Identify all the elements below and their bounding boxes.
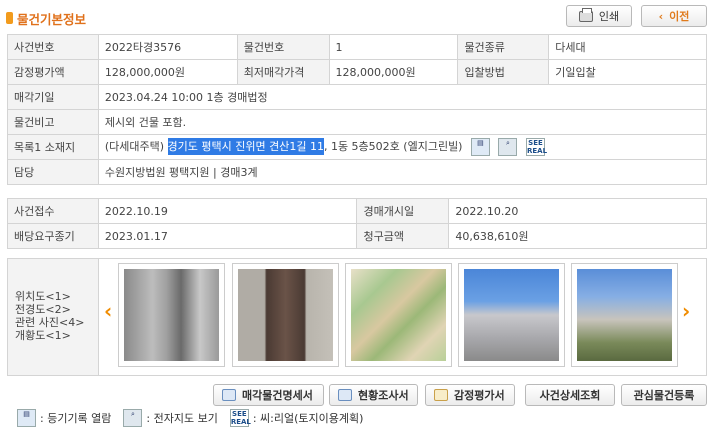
sale-statement-label: 매각물건명세서 — [242, 389, 313, 402]
photo-thumbnail[interactable] — [118, 263, 225, 367]
table-row: 물건비고 제시외 건물 포함. — [7, 109, 708, 135]
photo-label-location[interactable]: 위치도<1> — [15, 290, 98, 303]
appraisal-value: 128,000,000원 — [97, 59, 238, 85]
case-no-value: 2022타경3576 — [97, 34, 238, 60]
map-icon[interactable]: ⌕ — [498, 138, 518, 156]
bullet-icon — [6, 12, 13, 24]
icon-legend: ▤ : 등기기록 열람 ⌕ : 전자지도 보기 SEE REAL : 씨:리얼(… — [17, 408, 363, 428]
photo-thumbnail[interactable] — [571, 263, 678, 367]
case-detail-label: 사건상세조회 — [539, 389, 601, 402]
sale-date-value: 2023.04.24 10:00 1층 경매법정 — [97, 84, 708, 110]
watch-item-button[interactable]: 관심물건등록 — [621, 384, 707, 406]
document-icon — [338, 389, 352, 401]
back-label: 이전 — [669, 10, 690, 23]
court-value: 수원지방법원 평택지원 | 경매3계 — [97, 159, 708, 185]
section-title: 물건기본정보 — [6, 8, 86, 28]
page-title: 물건기본정보 — [17, 11, 87, 27]
case-no-label: 사건번호 — [7, 34, 99, 60]
item-no-label: 물건번호 — [236, 34, 330, 60]
table-row: 매각기일 2023.04.24 10:00 1층 경매법정 — [7, 84, 708, 110]
survey-label: 현황조사서 — [358, 389, 409, 402]
min-price-label: 최저매각가격 — [236, 59, 330, 85]
bid-method-label: 입찰방법 — [457, 59, 550, 85]
remark-value: 제시외 건물 포함. — [97, 109, 708, 135]
registry-icon: ▤ — [17, 409, 36, 427]
court-label: 담당 — [7, 159, 99, 185]
bid-method-value: 기일입찰 — [548, 59, 707, 85]
pencil-icon — [434, 389, 448, 401]
table-row: 사건접수 2022.10.19 경매개시일 2022.10.20 — [7, 198, 707, 224]
see-real-icon[interactable]: SEE REAL — [525, 138, 547, 156]
print-label: 인쇄 — [598, 10, 620, 23]
table-row: 목록1 소재지 (다세대주택) 경기도 평택시 진위면 견산1길 11, 1동 … — [7, 134, 708, 160]
photo-label-related[interactable]: 관련 사진<4> — [15, 316, 98, 329]
receipt-label: 사건접수 — [7, 198, 99, 224]
location-suffix: , 1동 5층502호 (엘지그린빌) — [323, 140, 463, 153]
watch-item-label: 관심물건등록 — [633, 389, 695, 402]
item-type-value: 다세대 — [548, 34, 707, 60]
table-row: 감정평가액 128,000,000원 최저매각가격 128,000,000원 입… — [7, 59, 707, 85]
print-button[interactable]: 인쇄 — [566, 5, 632, 27]
printer-icon — [578, 7, 593, 22]
next-photo-icon[interactable]: › — [682, 299, 690, 323]
start-label: 경매개시일 — [356, 198, 450, 224]
legend-real: : 씨:리얼(토지이용계획) — [252, 412, 364, 425]
dates-table: 사건접수 2022.10.19 경매개시일 2022.10.20 배당요구종기 … — [7, 198, 707, 249]
map-icon: ⌕ — [123, 409, 143, 427]
min-price-value: 128,000,000원 — [328, 59, 459, 85]
case-detail-button[interactable]: 사건상세조회 — [525, 384, 615, 406]
item-no-value: 1 — [328, 34, 459, 60]
legend-map: : 전자지도 보기 — [146, 412, 218, 425]
photo-label-sketch[interactable]: 개황도<1> — [15, 329, 98, 342]
photo-thumbnail[interactable] — [232, 263, 339, 367]
dividend-value: 2023.01.17 — [97, 223, 358, 249]
back-button[interactable]: ‹ 이전 — [641, 5, 707, 27]
sale-statement-button[interactable]: 매각물건명세서 — [213, 384, 324, 406]
table-row: 담당 수원지방법원 평택지원 | 경매3계 — [7, 159, 708, 185]
claim-value: 40,638,610원 — [448, 223, 707, 249]
table-row: 사건번호 2022타경3576 물건번호 1 물건종류 다세대 — [7, 34, 707, 60]
photo-label-overview[interactable]: 전경도<2> — [15, 303, 98, 316]
basic-info-table: 사건번호 2022타경3576 물건번호 1 물건종류 다세대 감정평가액 12… — [7, 34, 708, 185]
receipt-value: 2022.10.19 — [97, 198, 358, 224]
photo-labels: 위치도<1> 전경도<2> 관련 사진<4> 개황도<1> — [8, 259, 99, 375]
location-value: (다세대주택) 경기도 평택시 진위면 견산1길 11, 1동 5층502호 (… — [97, 134, 708, 160]
photo-gallery: 위치도<1> 전경도<2> 관련 사진<4> 개황도<1> ‹ › — [7, 258, 707, 376]
location-address[interactable]: 경기도 평택시 진위면 견산1길 11 — [167, 138, 324, 155]
registry-icon[interactable]: ▤ — [470, 138, 490, 156]
start-value: 2022.10.20 — [448, 198, 707, 224]
survey-button[interactable]: 현황조사서 — [329, 384, 418, 406]
photo-thumbnail[interactable] — [345, 263, 452, 367]
prev-photo-icon[interactable]: ‹ — [104, 299, 112, 323]
location-label: 목록1 소재지 — [7, 134, 99, 160]
sale-date-label: 매각기일 — [7, 84, 99, 110]
item-type-label: 물건종류 — [457, 34, 550, 60]
see-real-icon: SEE REAL — [229, 409, 251, 427]
dividend-label: 배당요구종기 — [7, 223, 99, 249]
appraisal-doc-button[interactable]: 감정평가서 — [425, 384, 515, 406]
legend-registry: : 등기기록 열람 — [40, 412, 112, 425]
remark-label: 물건비고 — [7, 109, 99, 135]
location-prefix: (다세대주택) — [104, 140, 168, 153]
table-row: 배당요구종기 2023.01.17 청구금액 40,638,610원 — [7, 223, 707, 249]
appraisal-label: 감정평가액 — [7, 59, 99, 85]
claim-label: 청구금액 — [356, 223, 450, 249]
document-icon — [222, 389, 236, 401]
chevron-left-icon: ‹ — [658, 9, 664, 23]
photo-thumbnail[interactable] — [458, 263, 565, 367]
appraisal-doc-label: 감정평가서 — [454, 389, 505, 402]
